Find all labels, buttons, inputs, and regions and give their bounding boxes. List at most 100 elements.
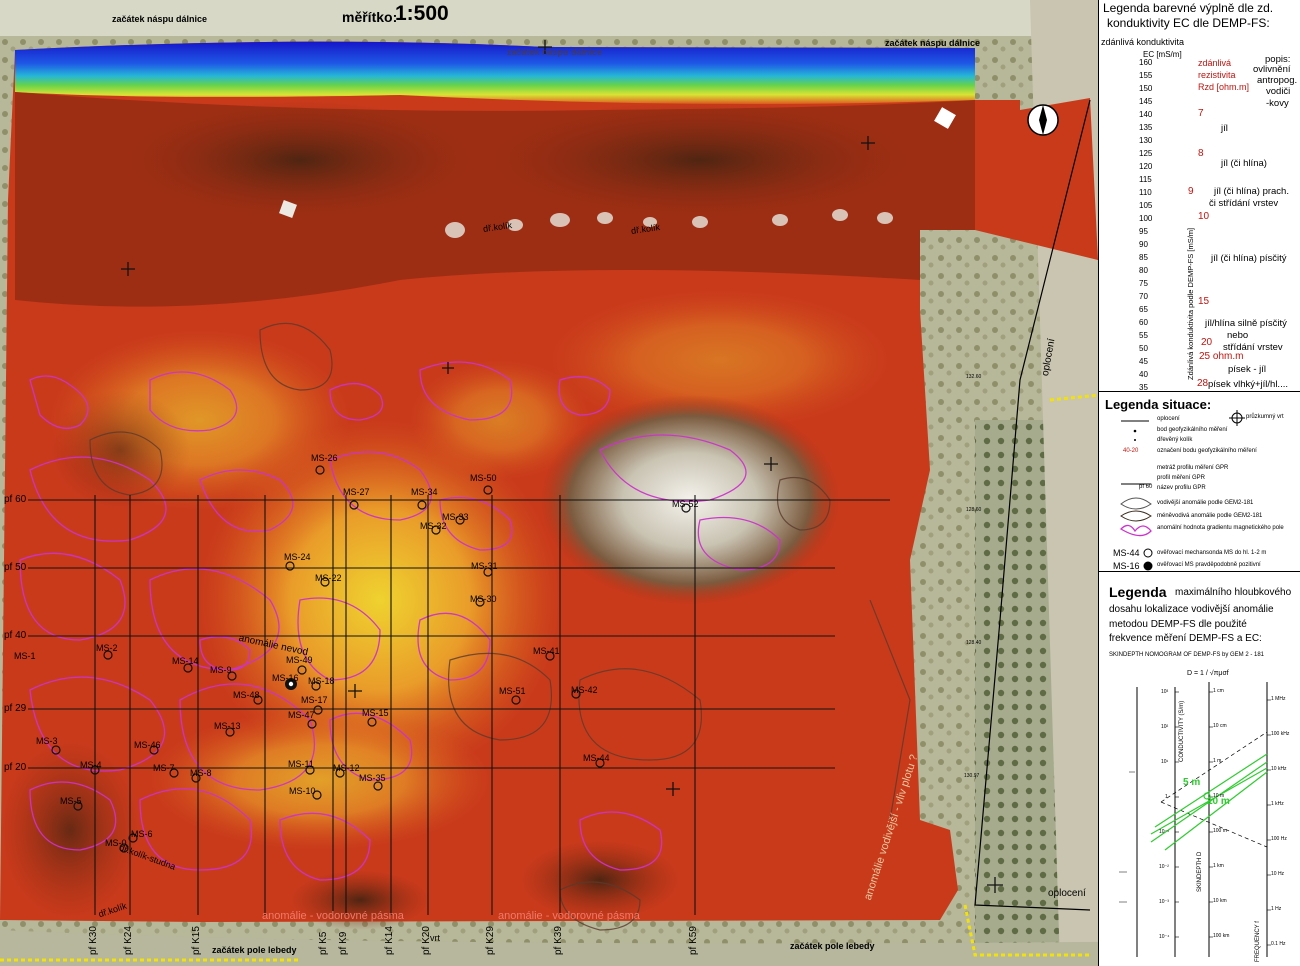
freq-tick: 10 kHz (1271, 766, 1287, 772)
probe-label: MS-27 (343, 487, 370, 497)
profile-label-v: pf K59 (688, 926, 699, 955)
descr-item: ovlivnění (1253, 64, 1291, 75)
probe-label: MS-26 (311, 453, 338, 463)
depth-tick: 100 m (1213, 828, 1227, 834)
ec-tick: 50 (1139, 344, 1148, 353)
probe-label: MS-47 (288, 710, 315, 720)
probe-label: MS-7 (153, 763, 175, 773)
cond-tick: 10³ (1161, 689, 1169, 695)
coord-label: 132.60 (966, 374, 982, 380)
legend-color-box: Legenda barevné výplně dle zd. konduktiv… (1099, 0, 1300, 392)
sit-symbol-name: pf 60 (1139, 484, 1153, 490)
profile-label-v: pf K5 (318, 931, 329, 955)
probe-label: MS-3 (36, 736, 58, 746)
note-top-ghost: začátek náspu dálnice (507, 47, 603, 57)
ec-tick: 45 (1139, 357, 1148, 366)
ec-tick: 90 (1139, 240, 1148, 249)
probe-label: MS-49 (286, 655, 313, 665)
ec-tick: 125 (1139, 149, 1153, 158)
ec-tick: 120 (1139, 162, 1153, 171)
label-fence-bottom: oplocení (1048, 888, 1086, 899)
descr-item: písek - jíl (1228, 364, 1267, 375)
ec-tick: 150 (1139, 84, 1153, 93)
note-top-right: začátek náspu dálnice (885, 38, 981, 48)
descr-item: či střídání vrstev (1209, 198, 1279, 209)
probe-label: MS-24 (284, 552, 311, 562)
probe-label: MS-42 (571, 685, 598, 695)
cond-tick: 10² (1161, 724, 1169, 730)
nomogram-axis-skindepth: SKINDEPTH D (1197, 851, 1203, 892)
descr-item: -kovy (1266, 98, 1289, 109)
sit-item: profil měření GPR (1157, 475, 1206, 481)
probe-label: MS-5 (60, 796, 82, 806)
ec-tick: 85 (1139, 253, 1148, 262)
descr-item: střídání vrstev (1223, 342, 1283, 353)
profile-label-v: pf K39 (553, 926, 564, 955)
freq-tick: 1 MHz (1271, 696, 1286, 702)
note-bottom-left: začátek pole lebedy (212, 945, 297, 955)
sit-item: označení bodu geofyzikálního měření (1157, 448, 1257, 454)
freq-tick: 100 Hz (1271, 836, 1287, 842)
profile-label-v: pf K24 (123, 926, 134, 955)
nomogram-axis-frequency: FREQUENCY f (1255, 921, 1261, 962)
note-bottom-right: začátek pole lebedy (790, 941, 875, 951)
depth-tick: 10 m (1213, 793, 1225, 799)
sit-item: vodivější anomálie podle GEM2-181 (1157, 500, 1254, 506)
probe-label: MS-18 (308, 676, 335, 686)
probe-label: MS-2 (96, 643, 118, 653)
probe-label: MS-52 (672, 499, 699, 509)
probe-label: MS-41 (533, 646, 560, 656)
ec-tick: 40 (1139, 370, 1148, 379)
profile-label-v: pf K15 (191, 926, 202, 955)
depth-tick: 10 cm (1213, 723, 1227, 729)
probe-label: MS-22 (315, 573, 342, 583)
note-top-left: začátek náspu dálnice (112, 14, 208, 24)
rzd-header-3: Rzd [ohm.m] (1198, 82, 1250, 92)
descr-item: nebo (1227, 330, 1249, 341)
rzd-value: 15 (1198, 296, 1210, 307)
sit-item-borehole: průzkumný vrt (1246, 414, 1284, 420)
ec-tick: 135 (1139, 123, 1153, 132)
legend-color-subtitle: zdánlivá konduktivita (1101, 37, 1185, 47)
probe-label: MS-44 (583, 753, 610, 763)
scale-label: měřítko: (342, 9, 398, 25)
sit-symbol-metric: 40-20 (1123, 448, 1139, 454)
descr-item: jíl (1221, 123, 1228, 134)
probe-label: MS-11 (288, 759, 314, 769)
probe-label: MS-1 (14, 651, 36, 661)
descr-item: antropog. (1257, 75, 1298, 86)
rzd-header-2: rezistivita (1198, 70, 1236, 80)
sit-item: méněvodivá anomálie podle GEM2-181 (1157, 513, 1263, 519)
sit-item: metráž profilu měření GPR (1157, 465, 1229, 471)
rzd-value: 7 (1198, 108, 1204, 119)
probe-label: MS-48 (233, 690, 260, 700)
probe-label: MS-17 (301, 695, 328, 705)
rzd-value: 28 (1197, 378, 1209, 389)
probe-label: MS-6 (131, 829, 153, 839)
probe-label: MS-10 (289, 786, 316, 796)
probe-label: MS-15 (362, 708, 389, 718)
sit-symbol-ms44: MS-44 (1113, 548, 1140, 558)
probe-label: MS-31 (471, 561, 498, 571)
descr-item: jíl (či hlína) (1221, 158, 1267, 169)
profile-label-h: pf 40 (4, 630, 27, 641)
probe-label: MS-32 (420, 521, 447, 531)
sit-item: anomální hodnota gradientu magnetického … (1157, 525, 1284, 531)
descr-item: jíl/hlína silně písčitý (1205, 318, 1287, 329)
ec-tick: 145 (1139, 97, 1153, 106)
probe-label: MS-16 (272, 673, 299, 683)
north-arrow-icon (1027, 104, 1059, 136)
cond-tick: 10⁻¹ (1159, 829, 1169, 835)
profile-label-h: pf 29 (4, 703, 27, 714)
ec-tick: 140 (1139, 110, 1153, 119)
rzd-value: 10 (1198, 211, 1210, 222)
probe-label: MS-13 (214, 721, 241, 731)
freq-tick: 1 kHz (1271, 801, 1284, 807)
probe-label: MS-0 (105, 838, 127, 848)
profile-label-v: pf K20 (421, 926, 432, 955)
cond-tick: 10¹ (1161, 759, 1169, 765)
ec-tick: 60 (1139, 318, 1148, 327)
rzd-header-1: zdánlivá (1198, 58, 1232, 68)
cond-tick: 10⁻⁴ (1159, 934, 1170, 940)
ec-tick: 80 (1139, 266, 1148, 275)
